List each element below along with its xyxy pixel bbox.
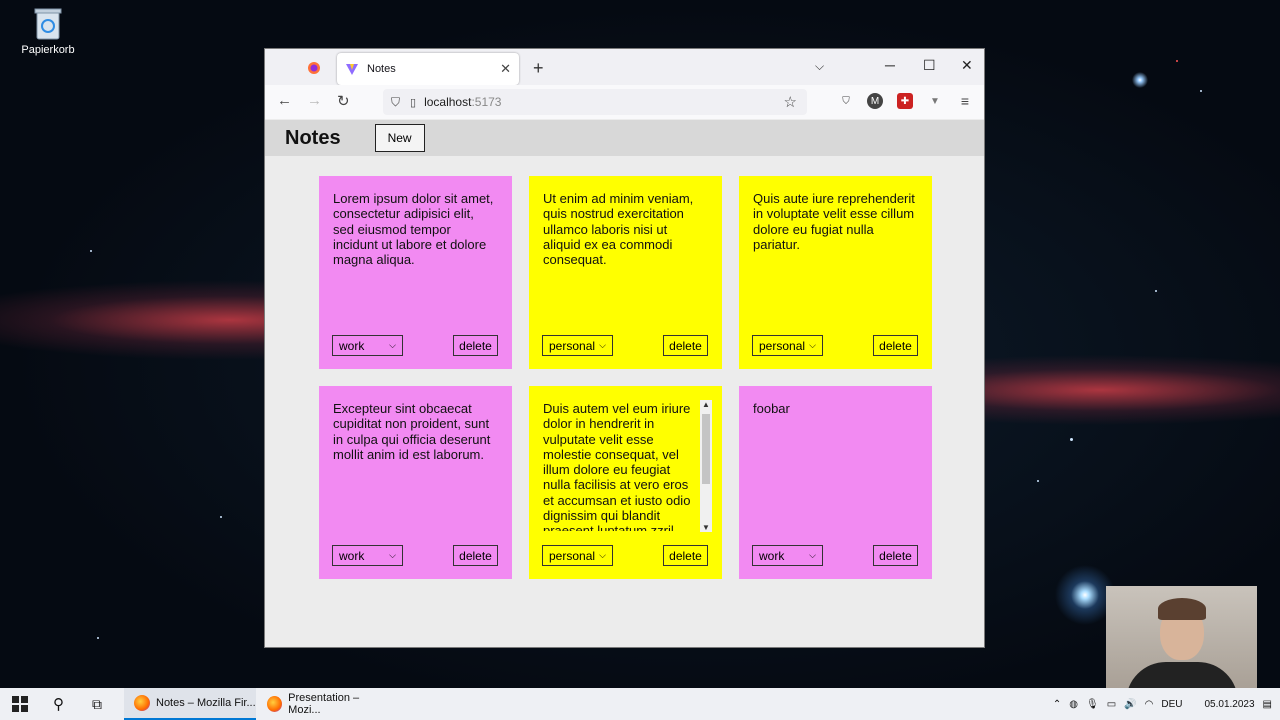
recycle-bin-label: Papierkorb: [21, 44, 75, 56]
recycle-bin-desktop-icon[interactable]: Papierkorb: [18, 6, 78, 56]
chevron-down-icon: ⌵: [599, 550, 606, 560]
delete-button[interactable]: delete: [663, 545, 708, 566]
category-value: work: [759, 548, 785, 563]
delete-button[interactable]: delete: [453, 545, 498, 566]
notes-grid: Lorem ipsum dolor sit amet, consectetur …: [319, 176, 932, 579]
note-text[interactable]: foobar: [753, 401, 918, 531]
category-select[interactable]: work ⌵: [332, 545, 403, 566]
scroll-down-icon[interactable]: ▼: [700, 523, 712, 532]
firefox-view-icon[interactable]: [307, 61, 321, 75]
back-icon[interactable]: ←: [277, 92, 292, 109]
taskbar: ⚲ ⧉ Notes – Mozilla Fir... Presentation …: [0, 688, 1280, 720]
close-tab-icon[interactable]: ✕: [500, 61, 511, 77]
category-value: personal: [549, 338, 596, 353]
bookmark-star-icon[interactable]: ☆: [784, 93, 797, 111]
note-text[interactable]: Ut enim ad minim veniam, quis nostrud ex…: [543, 191, 708, 321]
clock-date[interactable]: 05.01.2023: [1204, 699, 1254, 710]
note-text[interactable]: Duis autem vel eum iriure dolor in hendr…: [543, 401, 708, 531]
firefox-icon: [134, 695, 150, 711]
note-card: Lorem ipsum dolor sit amet, consectetur …: [319, 176, 512, 369]
category-select[interactable]: personal ⌵: [752, 335, 823, 356]
taskbar-app-label: Presentation – Mozi...: [288, 692, 360, 716]
category-value: work: [339, 338, 365, 353]
url-port: :5173: [471, 95, 502, 109]
notification-center-icon[interactable]: ▤: [1263, 699, 1272, 710]
chevron-down-icon: ⌵: [809, 550, 816, 560]
windows-start-icon[interactable]: [12, 688, 30, 720]
notes-app: Notes New Lorem ipsum dolor sit amet, co…: [265, 120, 984, 647]
volume-icon[interactable]: 🔊: [1124, 699, 1136, 710]
forward-icon[interactable]: →: [307, 92, 322, 109]
microphone-icon[interactable]: 🎙: [1086, 699, 1099, 710]
note-card: foobar work ⌵ delete: [739, 386, 932, 579]
hamburger-menu-icon[interactable]: ≡: [957, 93, 973, 109]
category-select[interactable]: work ⌵: [332, 335, 403, 356]
firefox-icon: [267, 696, 283, 712]
note-text[interactable]: Quis aute iure reprehenderit in voluptat…: [753, 191, 918, 321]
note-card: Duis autem vel eum iriure dolor in hendr…: [529, 386, 722, 579]
language-indicator[interactable]: DEU: [1161, 699, 1182, 710]
webcam-overlay: [1106, 586, 1257, 698]
network-status-icon[interactable]: ◍: [1069, 699, 1078, 710]
chevron-down-icon: ⌵: [809, 340, 816, 350]
delete-button[interactable]: delete: [873, 545, 918, 566]
system-tray: ⌃ ◍ 🎙 ▭ 🔊 ◠ DEU 05.01.2023 ▤: [1053, 688, 1280, 720]
presenter-hair: [1158, 598, 1206, 620]
pocket-icon[interactable]: ⛉: [838, 93, 854, 109]
battery-icon[interactable]: ▭: [1107, 699, 1116, 710]
tracking-protection-shield-icon[interactable]: ⛉: [391, 95, 400, 110]
url-bar[interactable]: ⛉ ▯ localhost:5173 ☆: [383, 89, 807, 115]
taskbar-app-presentation[interactable]: Presentation – Mozi...: [257, 688, 389, 720]
show-hidden-icons-chevron-icon[interactable]: ⌃: [1053, 699, 1061, 710]
tab-bar: Notes ✕ + ⌵ ─ ☐ ✕: [265, 49, 984, 85]
note-text[interactable]: Lorem ipsum dolor sit amet, consectetur …: [333, 191, 498, 321]
scrollbar-thumb[interactable]: [702, 414, 710, 484]
minimize-icon[interactable]: ─: [885, 57, 895, 73]
chevron-down-icon: ⌵: [389, 550, 396, 560]
delete-button[interactable]: delete: [663, 335, 708, 356]
app-title: Notes: [285, 126, 341, 149]
note-card: Quis aute iure reprehenderit in voluptat…: [739, 176, 932, 369]
close-window-icon[interactable]: ✕: [961, 57, 973, 74]
search-icon[interactable]: ⚲: [53, 688, 64, 720]
taskbar-app-notes[interactable]: Notes – Mozilla Fir...: [124, 688, 256, 720]
tab-title: Notes: [367, 63, 396, 75]
category-select[interactable]: personal ⌵: [542, 545, 613, 566]
app-header: Notes New: [265, 120, 984, 156]
reload-icon[interactable]: ↻: [337, 92, 350, 110]
category-value: personal: [759, 338, 806, 353]
navigation-toolbar: ← → ↻ ⛉ ▯ localhost:5173 ☆ ⛉ M ✚ ▼ ≡: [265, 85, 984, 119]
page-info-icon[interactable]: ▯: [410, 96, 416, 109]
note-card: Excepteur sint obcaecat cupiditat non pr…: [319, 386, 512, 579]
url-host: localhost: [424, 95, 472, 109]
maximize-icon[interactable]: ☐: [923, 57, 936, 74]
note-text[interactable]: Excepteur sint obcaecat cupiditat non pr…: [333, 401, 498, 531]
vite-favicon-icon: [346, 64, 358, 75]
scroll-up-icon[interactable]: ▲: [700, 400, 712, 409]
new-note-button[interactable]: New: [374, 124, 425, 152]
category-select[interactable]: work ⌵: [752, 545, 823, 566]
delete-button[interactable]: delete: [873, 335, 918, 356]
extension-red-icon[interactable]: ✚: [897, 93, 913, 109]
delete-button[interactable]: delete: [453, 335, 498, 356]
account-avatar-icon[interactable]: M: [867, 93, 883, 109]
extension-v-icon[interactable]: ▼: [927, 93, 943, 109]
task-view-icon[interactable]: ⧉: [92, 688, 102, 720]
tab-notes[interactable]: Notes ✕: [337, 53, 519, 85]
new-tab-icon[interactable]: +: [533, 58, 544, 79]
category-select[interactable]: personal ⌵: [542, 335, 613, 356]
note-scrollbar[interactable]: ▲ ▼: [700, 400, 712, 532]
recycle-bin-icon: [33, 6, 63, 40]
taskbar-app-label: Notes – Mozilla Fir...: [156, 697, 256, 709]
note-card: Ut enim ad minim veniam, quis nostrud ex…: [529, 176, 722, 369]
list-tabs-chevron-icon[interactable]: ⌵: [815, 59, 824, 74]
wifi-icon[interactable]: ◠: [1145, 699, 1154, 710]
browser-window: Notes ✕ + ⌵ ─ ☐ ✕ ← → ↻ ⛉ ▯ localhost:51…: [264, 48, 985, 648]
chevron-down-icon: ⌵: [389, 340, 396, 350]
category-value: work: [339, 548, 365, 563]
chevron-down-icon: ⌵: [599, 340, 606, 350]
category-value: personal: [549, 548, 596, 563]
